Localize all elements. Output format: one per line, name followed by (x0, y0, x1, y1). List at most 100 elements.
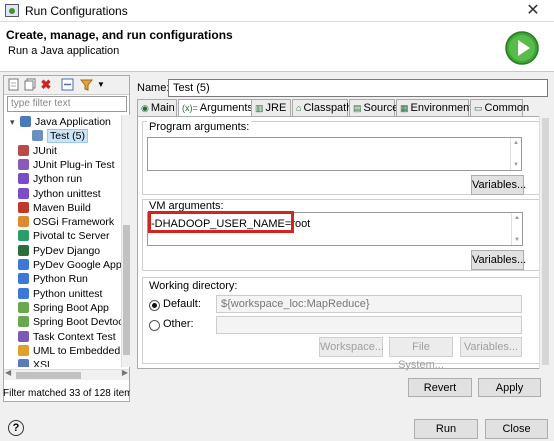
vm-variables-button[interactable]: Variables... (471, 250, 526, 270)
tree-item-label: Python Run (33, 273, 88, 286)
panel-scroll-thumb[interactable] (542, 118, 549, 365)
run-configurations-window: Run Configurations ✕ Create, manage, and… (0, 0, 554, 441)
tree-item[interactable]: Spring Boot App (18, 301, 109, 315)
tree-item-label: Python unittest (33, 287, 103, 300)
tab-label: Environment (410, 102, 473, 114)
tree-item-label: XSL (33, 359, 53, 367)
tree-horizontal-scrollbar[interactable]: ◀ ▶ (4, 368, 129, 380)
working-directory-group: Working directory: Default: ${workspace_… (142, 277, 545, 371)
tree-item[interactable]: Python Run (18, 272, 88, 286)
tree-item[interactable]: Spring Boot Devtoo (18, 315, 121, 329)
junit-icon (18, 144, 29, 156)
java-config-icon (32, 130, 43, 142)
tree-item[interactable]: Pivotal tc Server (18, 229, 109, 243)
tab-jre[interactable]: ▥ JRE (251, 99, 291, 116)
tree-item[interactable]: Python unittest (18, 287, 102, 301)
dialog-header: Create, manage, and run configurations R… (0, 22, 554, 72)
other-radio-label: Other: (163, 318, 194, 330)
tree-item-label: Java Application (35, 116, 111, 128)
duplicate-config-icon[interactable] (23, 78, 37, 92)
scroll-left-icon[interactable]: ◀ (5, 368, 11, 377)
arguments-panel: Program arguments: Variables... VM argum… (137, 116, 550, 371)
program-variables-button[interactable]: Variables... (471, 175, 526, 195)
program-arguments-scrollbar[interactable] (510, 138, 521, 170)
uml-icon (18, 344, 29, 356)
vm-arguments-group: VM arguments: -DHADOOP_USER_NAME=root Va… (142, 199, 545, 271)
program-arguments-label: Program arguments: (147, 121, 252, 133)
tree-item-label: PyDev Google App E (33, 259, 121, 271)
workspace-button[interactable]: Workspace... (319, 337, 384, 357)
close-window-icon[interactable]: ✕ (518, 1, 548, 21)
tab-environment[interactable]: ▦ Environment (396, 99, 472, 116)
tree-item-label: Maven Build (33, 201, 91, 214)
tab-main[interactable]: ◉ Main (137, 99, 177, 116)
vm-arguments-scrollbar[interactable] (511, 213, 522, 245)
tree-item-label: Test (5) (47, 129, 89, 144)
spring-boot-icon (18, 301, 29, 313)
jython-run-icon (18, 173, 29, 185)
task-context-icon (18, 330, 29, 342)
tab-arguments[interactable]: (x)= Arguments (178, 99, 253, 117)
tree-item[interactable]: OSGi Framework (18, 215, 114, 229)
default-radio[interactable] (149, 300, 160, 311)
title-bar: Run Configurations ✕ (0, 0, 554, 22)
tab-classpath[interactable]: ⌂ Classpath (292, 99, 352, 116)
other-directory-field[interactable] (216, 316, 522, 334)
filter-input[interactable]: type filter text (7, 96, 127, 112)
tree-item[interactable]: Jython run (18, 172, 82, 186)
environment-tab-icon: ▦ (400, 103, 409, 113)
close-button[interactable]: Close (485, 419, 548, 439)
tree-item[interactable]: Maven Build (18, 201, 91, 215)
tab-source[interactable]: ▤ Source (349, 99, 398, 116)
tree-item[interactable]: ▾ Java Application (10, 115, 111, 129)
tree-item-label: Jython run (33, 173, 83, 186)
collapse-all-icon[interactable] (60, 78, 74, 92)
tree-vertical-scrollbar[interactable] (121, 115, 130, 367)
java-app-icon (20, 116, 31, 127)
working-dir-variables-button[interactable]: Variables... (460, 337, 522, 357)
program-arguments-textarea[interactable] (147, 137, 522, 171)
filter-config-icon[interactable] (79, 78, 93, 92)
name-label: Name: (137, 82, 170, 94)
delete-config-icon[interactable]: ✖ (39, 78, 53, 92)
tree-item-label: Jython unittest (33, 187, 101, 200)
tree-item-label: Spring Boot App (33, 301, 109, 314)
pivotal-icon (18, 230, 29, 242)
tab-common[interactable]: ▭ Common (470, 99, 529, 116)
tree-item[interactable]: JUnit (18, 144, 57, 158)
tree-item[interactable]: Jython unittest (18, 187, 101, 201)
xsl-icon (18, 359, 29, 367)
tree-toolbar: ✖ ▼ (4, 76, 129, 95)
panel-vertical-scrollbar[interactable] (539, 116, 550, 369)
tree-item[interactable]: JUnit Plug-in Test (18, 158, 115, 172)
tree-vertical-scroll-thumb[interactable] (123, 225, 130, 355)
run-large-icon (505, 31, 539, 65)
tree-horizontal-scroll-thumb[interactable] (16, 372, 81, 379)
run-button[interactable]: Run (414, 419, 478, 439)
other-radio[interactable] (149, 320, 160, 331)
filter-dropdown-icon[interactable]: ▼ (94, 78, 108, 92)
tree-item[interactable]: Test (5) (32, 129, 89, 144)
new-config-icon[interactable] (7, 78, 21, 92)
default-directory-field: ${workspace_loc:MapReduce} (216, 295, 522, 313)
working-directory-label: Working directory: (147, 280, 240, 292)
help-icon[interactable]: ? (8, 420, 24, 436)
tab-label: JRE (265, 102, 287, 114)
tree-item[interactable]: PyDev Google App E (18, 258, 121, 272)
tree-item[interactable]: XSL (18, 358, 53, 367)
window-title: Run Configurations (25, 4, 128, 18)
source-tab-icon: ▤ (353, 103, 362, 113)
tree-item[interactable]: PyDev Django (18, 244, 100, 258)
python-run-icon (18, 273, 29, 285)
name-input[interactable]: Test (5) (168, 79, 548, 97)
tree-item[interactable]: Task Context Test (18, 330, 116, 344)
header-subtitle: Run a Java application (8, 45, 120, 57)
scroll-right-icon[interactable]: ▶ (122, 368, 128, 377)
tree-item-label: PyDev Django (33, 244, 101, 257)
revert-button[interactable]: Revert (408, 378, 472, 397)
apply-button[interactable]: Apply (478, 378, 541, 397)
common-tab-icon: ▭ (474, 103, 483, 113)
tree-item[interactable]: UML to Embedded (18, 344, 120, 358)
file-system-button[interactable]: File System... (389, 337, 453, 371)
expand-arrow-icon[interactable]: ▾ (10, 115, 20, 129)
